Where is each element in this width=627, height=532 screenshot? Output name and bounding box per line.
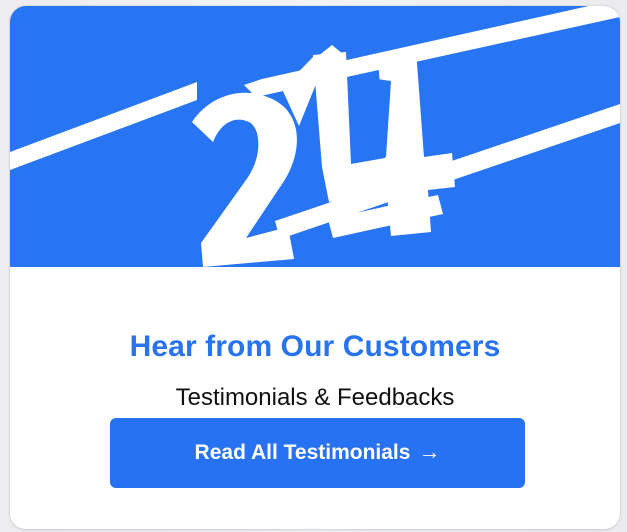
section-title: Hear from Our Customers	[129, 330, 501, 364]
testimonial-content: Hear from Our Customers Testimonials & F…	[10, 267, 620, 529]
arrow-right-icon: →	[418, 439, 441, 464]
read-all-testimonials-button[interactable]: Read All Testimonials →	[110, 418, 525, 488]
testimonial-card: Hear from Our Customers Testimonials & F…	[10, 6, 620, 529]
hero-stripe-left	[10, 82, 197, 170]
section-subtitle: Testimonials & Feedbacks	[175, 384, 455, 411]
page: Hear from Our Customers Testimonials & F…	[0, 0, 627, 532]
hero-banner	[10, 6, 620, 267]
number-24	[192, 50, 455, 267]
button-label: Read All Testimonials	[194, 441, 411, 464]
24-logo-image	[10, 6, 620, 267]
